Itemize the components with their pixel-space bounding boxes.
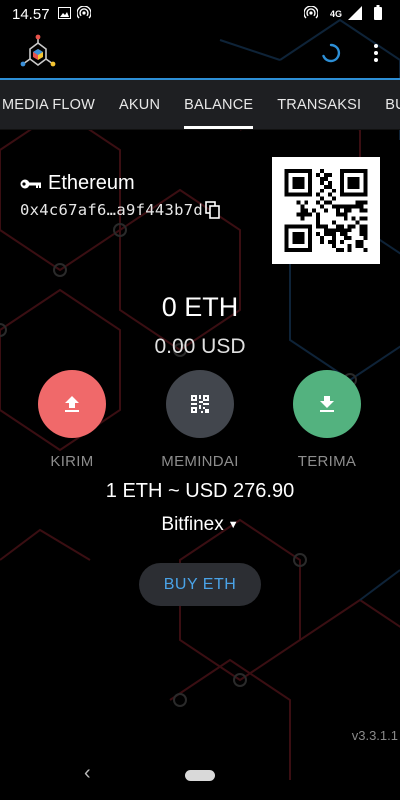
app-bar bbox=[0, 28, 400, 78]
balance-screen: Ethereum 0x4c67af6…a9f443b7d 0 ETH 0.00 … bbox=[0, 130, 400, 750]
caret-down-icon: ▼ bbox=[227, 518, 239, 531]
send-action[interactable]: KIRIM bbox=[27, 370, 117, 470]
tab-transaksi[interactable]: TRANSAKSI bbox=[265, 80, 373, 129]
exchange-selector[interactable]: Bitfinex ▼ bbox=[0, 514, 400, 536]
download-icon bbox=[320, 396, 334, 412]
tab-balance[interactable]: BALANCE bbox=[172, 80, 265, 129]
scan-label: MEMINDAI bbox=[161, 453, 239, 470]
key-icon bbox=[20, 179, 41, 188]
image-notification-icon bbox=[57, 6, 71, 22]
wallet-header: Ethereum 0x4c67af6…a9f443b7d bbox=[20, 172, 221, 219]
battery-icon bbox=[374, 5, 382, 23]
receive-button[interactable] bbox=[293, 370, 361, 438]
tab-buy[interactable]: BU bbox=[373, 80, 400, 129]
copy-icon[interactable] bbox=[205, 201, 221, 219]
buy-eth-button[interactable]: BUY ETH bbox=[139, 563, 261, 606]
mycelium-logo-icon bbox=[20, 34, 56, 67]
exchange-rate: 1 ETH ~ USD 276.90 bbox=[105, 480, 295, 502]
send-label: KIRIM bbox=[50, 453, 94, 470]
address-qr-code[interactable] bbox=[272, 157, 380, 264]
app-version: v3.3.1.1 bbox=[351, 728, 398, 743]
home-pill-button[interactable] bbox=[185, 769, 215, 781]
qr-scan-icon bbox=[191, 395, 209, 413]
scan-action[interactable]: MEMINDAI bbox=[155, 370, 245, 470]
balance-fiat: 0.00 USD bbox=[154, 335, 246, 358]
system-nav-bar: ‹ bbox=[0, 750, 400, 800]
loading-spinner-icon bbox=[322, 43, 341, 63]
hotspot-icon bbox=[75, 4, 92, 23]
hotspot-icon bbox=[303, 4, 319, 23]
signal-icon bbox=[348, 5, 362, 23]
send-button[interactable] bbox=[38, 370, 106, 438]
network-type-label: 4G bbox=[329, 9, 342, 19]
wallet-address[interactable]: 0x4c67af6…a9f443b7d bbox=[20, 201, 203, 219]
exchange-name: Bitfinex bbox=[161, 514, 224, 535]
status-time: 14.57 bbox=[12, 5, 50, 23]
receive-label: TERIMA bbox=[297, 453, 357, 470]
back-icon[interactable]: ‹ bbox=[84, 762, 91, 785]
upload-icon bbox=[65, 396, 79, 412]
balance-amount: 0 ETH bbox=[161, 292, 239, 322]
overflow-menu-icon[interactable] bbox=[370, 40, 382, 66]
qr-code-icon bbox=[284, 169, 368, 252]
tab-akun[interactable]: AKUN bbox=[107, 80, 172, 129]
scan-button[interactable] bbox=[166, 370, 234, 438]
tab-bar: MEDIA FLOW AKUN BALANCE TRANSAKSI BU bbox=[0, 78, 400, 130]
status-bar: 14.57 4G bbox=[0, 0, 400, 28]
tab-media-flow[interactable]: MEDIA FLOW bbox=[0, 80, 107, 129]
receive-action[interactable]: TERIMA bbox=[282, 370, 372, 470]
wallet-name: Ethereum bbox=[48, 172, 135, 194]
